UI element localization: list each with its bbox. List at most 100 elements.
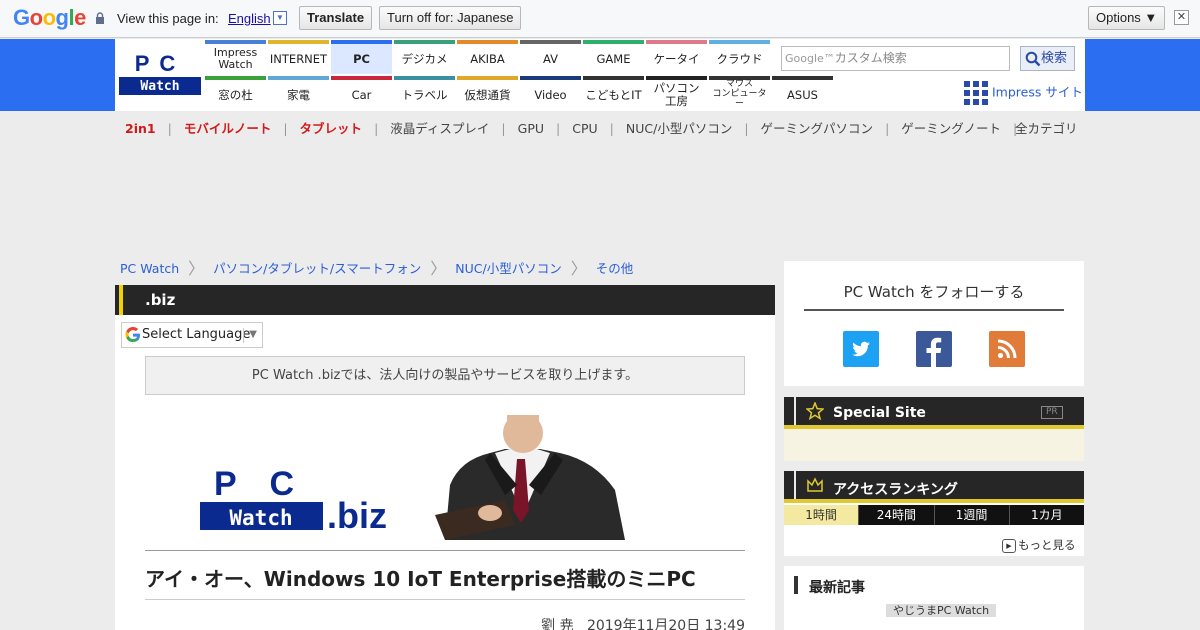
nav-item-1[interactable]: INTERNET [268,40,329,74]
article-byline: 劉 尭 2019年11月20日 13:49 [145,615,745,630]
latest-title: 最新記事 [809,580,865,596]
access-ranking-title: アクセスランキング [833,482,958,498]
pc-watch-logo[interactable]: PC Watch [119,51,201,95]
nav-item-4[interactable]: AKIBA [457,40,518,74]
breadcrumb-item-0[interactable]: PC Watch [120,261,179,276]
select-language-dropdown[interactable]: Select Language ▼ [121,322,263,348]
ranking-tab-1[interactable]: 24時間 [858,505,933,525]
turn-off-translation-button[interactable]: Turn off for: Japanese [379,6,522,30]
breadcrumb-chevron-icon: 〉 [570,259,587,278]
nav-item-bottom-6[interactable]: こどもとIT [583,76,644,110]
options-button[interactable]: Options ▼ [1088,6,1166,30]
ranking-tab-0[interactable]: 1時間 [784,505,859,525]
more-label: もっと見る [1018,538,1076,552]
logo-pc-text: PC [119,51,201,77]
breadcrumb-item-2[interactable]: NUC/小型パソコン [455,258,561,277]
breadcrumb-chevron-icon: 〉 [188,259,205,278]
category-title: .biz [145,291,176,309]
translate-button[interactable]: Translate [299,6,373,30]
banner-pc-text: P C [214,465,306,503]
breadcrumb-item-1[interactable]: パソコン/タブレット/スマートフォン [213,258,421,277]
subnav-separator: | [501,121,506,136]
nav-item-6[interactable]: GAME [583,40,644,74]
subnav-separator: | [744,121,749,136]
crown-icon [807,477,823,492]
nav-item-bottom-9[interactable]: ASUS [772,76,833,110]
search-icon [1025,51,1041,66]
nav-item-bottom-7[interactable]: パソコン 工房 [646,76,707,110]
search-placeholder: カスタム検索 [834,51,907,65]
pc-watch-biz-banner[interactable]: P C Watch .biz [145,415,745,540]
ranking-tab-2[interactable]: 1週間 [933,505,1009,525]
more-link[interactable]: ▶ もっと見る [1002,537,1076,553]
translate-bar: Google View this page in: English ▼ Tran… [0,0,1200,38]
breadcrumb: PC Watch 〉パソコン/タブレット/スマートフォン〉 NUC/小型パソコン〉そ… [120,255,633,279]
special-site-widget: Special Site PR [784,397,1084,461]
subnav-item-5[interactable]: CPU [572,121,597,136]
banner-image: P C Watch .biz [200,415,625,540]
subnav-item-1[interactable]: モバイルノート [184,121,272,136]
select-language-label: Select Language [142,327,251,342]
play-icon: ▶ [1002,538,1016,553]
google-logo: Google [13,5,86,30]
language-dropdown-arrow-icon[interactable]: ▼ [273,11,287,25]
chevron-down-icon: ▼ [249,329,257,340]
nav-item-3[interactable]: デジカメ [394,40,455,74]
access-ranking-header: アクセスランキング [784,471,1084,503]
follow-title: PC Watch をフォローする [804,281,1064,311]
close-icon[interactable]: ✕ [1174,10,1189,25]
special-site-header: Special Site PR [784,397,1084,429]
site-header: PC Watch Google™カスタム検索 検索 Impress サイト Im… [0,39,1200,111]
search-button[interactable]: 検索 [1020,46,1075,71]
facebook-icon[interactable] [916,331,952,367]
breadcrumb-item-3[interactable]: その他 [596,258,634,277]
nav-item-8[interactable]: クラウド [709,40,770,74]
main-content: .biz Select Language ▼ PC Watch .bizでは、法… [115,285,775,630]
rss-icon[interactable] [989,331,1025,367]
star-icon [806,402,824,420]
lock-icon [96,12,104,24]
all-categories-link[interactable]: 全カテゴリ [1015,118,1078,137]
publish-date: 2019年11月20日 13:49 [586,618,745,630]
subnav-item-6[interactable]: NUC/小型パソコン [626,121,732,136]
subnav-item-4[interactable]: GPU [518,121,544,136]
breadcrumb-chevron-icon: 〉 [430,259,447,278]
nav-item-7[interactable]: ケータイ [646,40,707,74]
subnav-separator: | [609,121,614,136]
special-site-title: Special Site [833,405,926,421]
latest-articles-widget: 最新記事 やじうまPC Watch [784,566,1084,630]
search-input[interactable]: Google™カスタム検索 [781,46,1010,71]
impress-sites-link[interactable]: Impress サイト [964,81,1083,105]
follow-widget: PC Watch をフォローする [784,261,1084,386]
nav-item-bottom-5[interactable]: Video [520,76,581,110]
ranking-tab-3[interactable]: 1カ月 [1008,505,1084,525]
nav-item-bottom-4[interactable]: 仮想通貨 [457,76,518,110]
view-page-text: View this page in: [117,11,219,26]
nav-item-bottom-1[interactable]: 家電 [268,76,329,110]
subnav-item-7[interactable]: ゲーミングパソコン [761,121,874,136]
subnav-item-0[interactable]: 2in1 [125,121,156,136]
grid-icon [964,81,988,105]
category-accent [119,285,123,315]
nav-item-0[interactable]: Impress Watch [205,40,266,74]
nav-item-bottom-0[interactable]: 窓の杜 [205,76,266,110]
nav-item-5[interactable]: AV [520,40,581,74]
subnav-item-3[interactable]: 液晶ディスプレイ [390,121,489,136]
ranking-tabs: 1時間 24時間 1週間 1カ月 [784,505,1084,525]
biz-description-box: PC Watch .bizでは、法人向けの製品やサービスを取り上げます。 [145,356,745,395]
nav-item-bottom-2[interactable]: Car [331,76,392,110]
banner-biz-text: .biz [327,495,387,536]
nav-item-bottom-3[interactable]: トラベル [394,76,455,110]
subnav-separator: | [374,121,379,136]
search-google-mark: Google™ [785,52,835,65]
latest-tag[interactable]: やじうまPC Watch [886,604,997,617]
nav-item-2[interactable]: PC [331,40,392,74]
category-subnav: 2in1 | モバイルノート | タブレット | 液晶ディスプレイ | GPU | CPU | NUC/… [125,118,1029,137]
impress-sites-label: Impress サイト [992,84,1083,100]
subnav-item-8[interactable]: ゲーミングノート [901,121,1001,136]
nav-item-bottom-8[interactable]: マウス コンピューター [709,76,770,110]
subnav-item-2[interactable]: タブレット [300,121,363,136]
language-select[interactable]: English [228,11,271,26]
article-title: アイ・オー、Windows 10 IoT Enterprise搭載のミニPC [145,550,745,600]
twitter-icon[interactable] [843,331,879,367]
